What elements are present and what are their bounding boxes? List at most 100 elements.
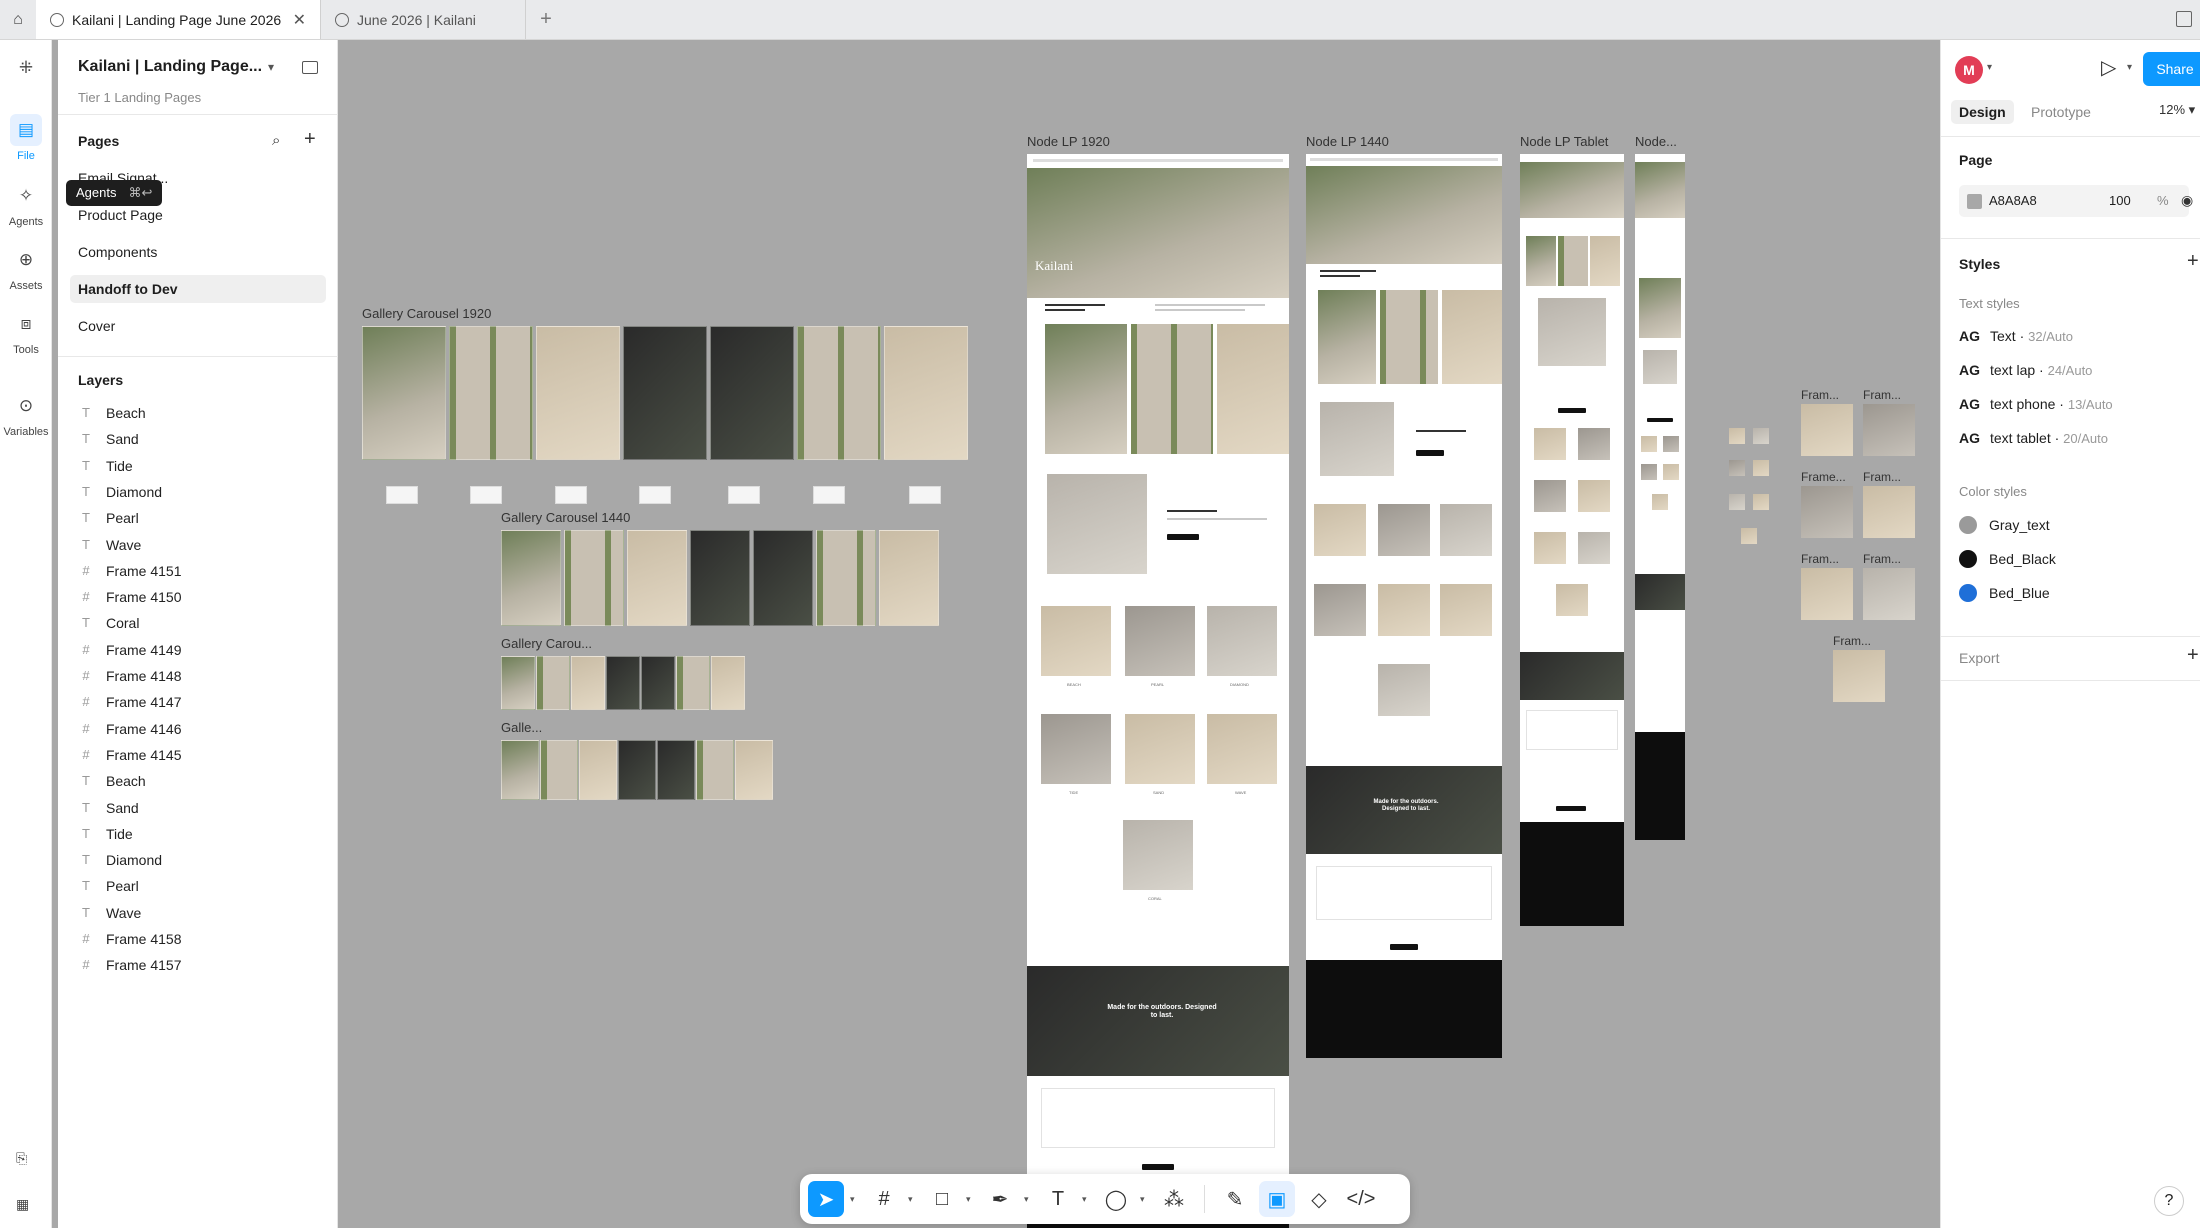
- file-title[interactable]: Kailani | Landing Page...: [78, 58, 262, 76]
- frame-label-lp-tablet[interactable]: Node LP Tablet: [1520, 134, 1608, 149]
- text-tool[interactable]: T: [1040, 1181, 1076, 1217]
- rail-item-file[interactable]: ▤ File: [0, 114, 52, 162]
- library-icon[interactable]: ▦: [16, 1196, 29, 1213]
- panel-toggle-icon[interactable]: [302, 61, 318, 74]
- add-style-icon[interactable]: +: [2187, 250, 2199, 273]
- actions-tool[interactable]: ⁂: [1156, 1181, 1192, 1217]
- lp-tablet-frame[interactable]: [1520, 154, 1624, 926]
- layer-item[interactable]: # Frame 4147: [78, 691, 181, 713]
- search-icon[interactable]: ⌕: [272, 132, 280, 149]
- text-style-item[interactable]: AG text tablet · 20/Auto: [1959, 430, 2108, 446]
- share-button[interactable]: Share: [2143, 52, 2200, 86]
- color-swatch[interactable]: [1967, 194, 1982, 209]
- frame-label-fram[interactable]: Fram...: [1863, 470, 1901, 484]
- frame-label-lp-1440[interactable]: Node LP 1440: [1306, 134, 1389, 149]
- layer-item[interactable]: T Pearl: [78, 507, 139, 529]
- layer-item[interactable]: # Frame 4146: [78, 718, 181, 740]
- tile-frame[interactable]: [1729, 494, 1745, 510]
- pen-tool[interactable]: ✒: [982, 1181, 1018, 1217]
- frame-label-lp-1920[interactable]: Node LP 1920: [1027, 134, 1110, 149]
- layer-item[interactable]: # Frame 4145: [78, 744, 181, 766]
- layer-item[interactable]: T Tide: [78, 823, 133, 845]
- page-item-handoff-to-dev[interactable]: Handoff to Dev: [70, 275, 326, 303]
- layer-item[interactable]: T Sand: [78, 428, 139, 450]
- add-export-icon[interactable]: +: [2187, 644, 2199, 667]
- move-tool[interactable]: ➤: [808, 1181, 844, 1217]
- tile-frame[interactable]: [1863, 568, 1915, 620]
- tile-frame[interactable]: [1741, 528, 1757, 544]
- frame-label-gallery-tablet[interactable]: Gallery Carou...: [501, 636, 592, 651]
- frame-label-fram[interactable]: Fram...: [1863, 388, 1901, 402]
- frame-label-fram[interactable]: Fram...: [1801, 388, 1839, 402]
- layer-item[interactable]: T Tide: [78, 455, 133, 477]
- tile-frame[interactable]: [1753, 460, 1769, 476]
- home-button[interactable]: ⌂: [0, 0, 36, 39]
- ai-icon[interactable]: ⎘: [16, 1150, 27, 1167]
- page-color-hex[interactable]: A8A8A8: [1989, 193, 2037, 208]
- avatar[interactable]: M: [1955, 56, 1983, 84]
- frame-label-fram[interactable]: Fram...: [1863, 552, 1901, 566]
- layer-item[interactable]: T Wave: [78, 534, 141, 556]
- frame-label-gallery-phone[interactable]: Galle...: [501, 720, 542, 735]
- chevron-down-icon[interactable]: ▾: [1024, 1194, 1034, 1205]
- tile-frame[interactable]: [1729, 460, 1745, 476]
- color-style-item[interactable]: Gray_text: [1959, 516, 2050, 534]
- layer-item[interactable]: T Beach: [78, 770, 146, 792]
- present-play-icon[interactable]: ▷: [2101, 55, 2116, 80]
- layer-item[interactable]: # Frame 4149: [78, 639, 181, 661]
- layer-item[interactable]: # Frame 4150: [78, 586, 181, 608]
- layer-item[interactable]: T Diamond: [78, 849, 162, 871]
- layer-item[interactable]: T Beach: [78, 402, 146, 424]
- layer-item[interactable]: T Wave: [78, 902, 141, 924]
- dev-mode[interactable]: </>: [1343, 1181, 1379, 1217]
- chevron-down-icon[interactable]: ▾: [850, 1194, 860, 1205]
- frame-tool[interactable]: #: [866, 1181, 902, 1217]
- chevron-down-icon[interactable]: ▾: [1082, 1194, 1092, 1205]
- sidebar-toggle-icon[interactable]: [2176, 11, 2192, 27]
- draw-mode[interactable]: ✎: [1217, 1181, 1253, 1217]
- color-style-item[interactable]: Bed_Black: [1959, 550, 2056, 568]
- text-style-item[interactable]: AG text phone · 13/Auto: [1959, 396, 2113, 412]
- layer-item[interactable]: # Frame 4157: [78, 954, 181, 976]
- lp-phone-frame[interactable]: [1635, 154, 1685, 840]
- tile-frame[interactable]: [1833, 650, 1885, 702]
- tile-frame[interactable]: [1863, 404, 1915, 456]
- tile-frame[interactable]: [1863, 486, 1915, 538]
- comment-tool[interactable]: ◯: [1098, 1181, 1134, 1217]
- frame-label-gallery-1920[interactable]: Gallery Carousel 1920: [362, 306, 491, 321]
- page-color-field[interactable]: A8A8A8 100 %: [1959, 185, 2189, 217]
- frame-label-fram[interactable]: Fram...: [1833, 634, 1871, 648]
- chevron-down-icon[interactable]: ▾: [966, 1194, 976, 1205]
- tile-frame[interactable]: [1729, 428, 1745, 444]
- rail-item-agents[interactable]: ✧ Agents: [0, 180, 52, 228]
- layer-item[interactable]: T Sand: [78, 797, 139, 819]
- layer-item[interactable]: # Frame 4151: [78, 560, 181, 582]
- page-opacity[interactable]: 100: [2109, 193, 2131, 208]
- frame-label-gallery-1440[interactable]: Gallery Carousel 1440: [501, 510, 630, 525]
- design-mode[interactable]: ▣: [1259, 1181, 1295, 1217]
- chevron-down-icon[interactable]: ▾: [2127, 62, 2132, 73]
- page-item-cover[interactable]: Cover: [70, 312, 326, 340]
- canvas[interactable]: Gallery Carousel 1920 Gallery Carousel 1…: [339, 40, 1939, 1228]
- color-style-item[interactable]: Bed_Blue: [1959, 584, 2050, 602]
- chevron-down-icon[interactable]: ▾: [1987, 62, 1992, 73]
- rail-item-assets[interactable]: ⊕ Assets: [0, 244, 52, 292]
- tile-frame[interactable]: [1801, 486, 1853, 538]
- layer-item[interactable]: # Frame 4148: [78, 665, 181, 687]
- chevron-down-icon[interactable]: ▾: [1140, 1194, 1150, 1205]
- zoom-level[interactable]: 12% ▾: [2159, 102, 2195, 118]
- chevron-down-icon[interactable]: ▾: [908, 1194, 918, 1205]
- tab-design[interactable]: Design: [1951, 100, 2014, 124]
- text-style-item[interactable]: AG text lap · 24/Auto: [1959, 362, 2092, 378]
- new-tab-button[interactable]: +: [526, 0, 566, 39]
- help-button[interactable]: ?: [2154, 1186, 2184, 1216]
- tile-frame[interactable]: [1801, 568, 1853, 620]
- layer-item[interactable]: T Coral: [78, 612, 139, 634]
- tile-frame[interactable]: [1753, 428, 1769, 444]
- tab-prototype[interactable]: Prototype: [2023, 100, 2099, 124]
- tab-june-2026[interactable]: June 2026 | Kailani: [321, 0, 526, 39]
- shape-tool[interactable]: □: [924, 1181, 960, 1217]
- prototype-mode[interactable]: ◇: [1301, 1181, 1337, 1217]
- layer-item[interactable]: T Pearl: [78, 875, 139, 897]
- frame-label-fram[interactable]: Frame...: [1801, 470, 1846, 484]
